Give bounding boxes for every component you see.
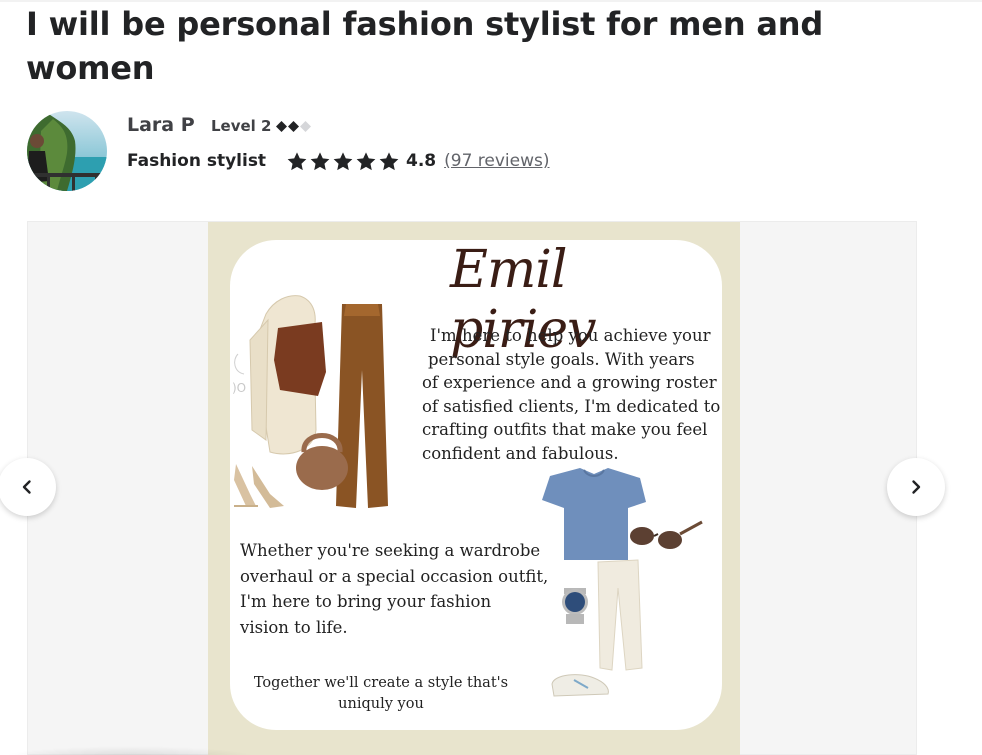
- intro-line: crafting outfits that make you feel: [422, 420, 708, 440]
- chevron-right-icon: [912, 480, 921, 494]
- middle-line: vision to life.: [240, 617, 348, 637]
- middle-line: Whether you're seeking a wardrobe: [240, 541, 541, 560]
- seller-avatar[interactable]: [27, 111, 107, 191]
- middle-line: I'm here to bring your fashion: [240, 592, 492, 611]
- rating-stars: [286, 151, 400, 172]
- bottom-shadow: [0, 746, 260, 755]
- gallery-next-button[interactable]: [887, 458, 945, 516]
- middle-line: overhaul or a special occasion outfit,: [240, 566, 549, 586]
- slide-intro-text: I'm here to help you achieve your person…: [422, 324, 722, 466]
- star-icon: [333, 151, 353, 170]
- diamond-filled-icon: [276, 120, 288, 132]
- seller-tagline: Fashion stylist: [127, 151, 267, 171]
- seller-rating: 4.8 (97 reviews): [286, 149, 550, 173]
- reviews-link[interactable]: (97 reviews): [444, 151, 549, 171]
- intro-line: confident and fabulous.: [422, 443, 619, 463]
- star-icon: [356, 151, 376, 170]
- intro-line: personal style goals. With years: [428, 349, 695, 369]
- gig-gallery: )O Emil piriev I'm here to help you achi…: [27, 221, 917, 755]
- svg-text:)O: )O: [232, 381, 246, 395]
- gallery-prev-button[interactable]: [0, 458, 56, 516]
- womens-outfit-collage: )O: [232, 295, 388, 508]
- closing-line: uniquly you: [338, 696, 424, 712]
- star-icon: [310, 151, 330, 170]
- seller-level-badge: Level 2: [211, 117, 312, 135]
- diamond-filled-icon: [288, 120, 300, 132]
- gig-title: I will be personal fashion stylist for m…: [26, 5, 824, 87]
- seller-level-label: Level 2: [211, 117, 272, 135]
- slide-closing-text: Together we'll create a style that's uni…: [250, 673, 512, 715]
- intro-line: of satisfied clients, I'm dedicated to: [422, 396, 721, 416]
- star-icon: [379, 151, 399, 170]
- chevron-left-icon: [22, 480, 31, 494]
- star-icon: [287, 151, 307, 170]
- rating-value: 4.8: [406, 151, 437, 171]
- avatar-photo: [27, 111, 107, 191]
- reviews-count: (97 reviews): [444, 151, 549, 171]
- seller-name[interactable]: Lara P: [127, 114, 195, 136]
- closing-line: Together we'll create a style that's: [253, 675, 509, 691]
- diamond-empty-icon: [300, 120, 312, 132]
- intro-line: I'm here to help you achieve your: [430, 326, 711, 345]
- gallery-slide[interactable]: )O Emil piriev I'm here to help you achi…: [208, 222, 740, 755]
- level-diamonds: [276, 120, 312, 132]
- slide-middle-text: Whether you're seeking a wardrobe overha…: [240, 538, 560, 640]
- intro-line: of experience and a growing roster: [422, 373, 717, 393]
- slide-card: )O Emil piriev I'm here to help you achi…: [230, 240, 722, 730]
